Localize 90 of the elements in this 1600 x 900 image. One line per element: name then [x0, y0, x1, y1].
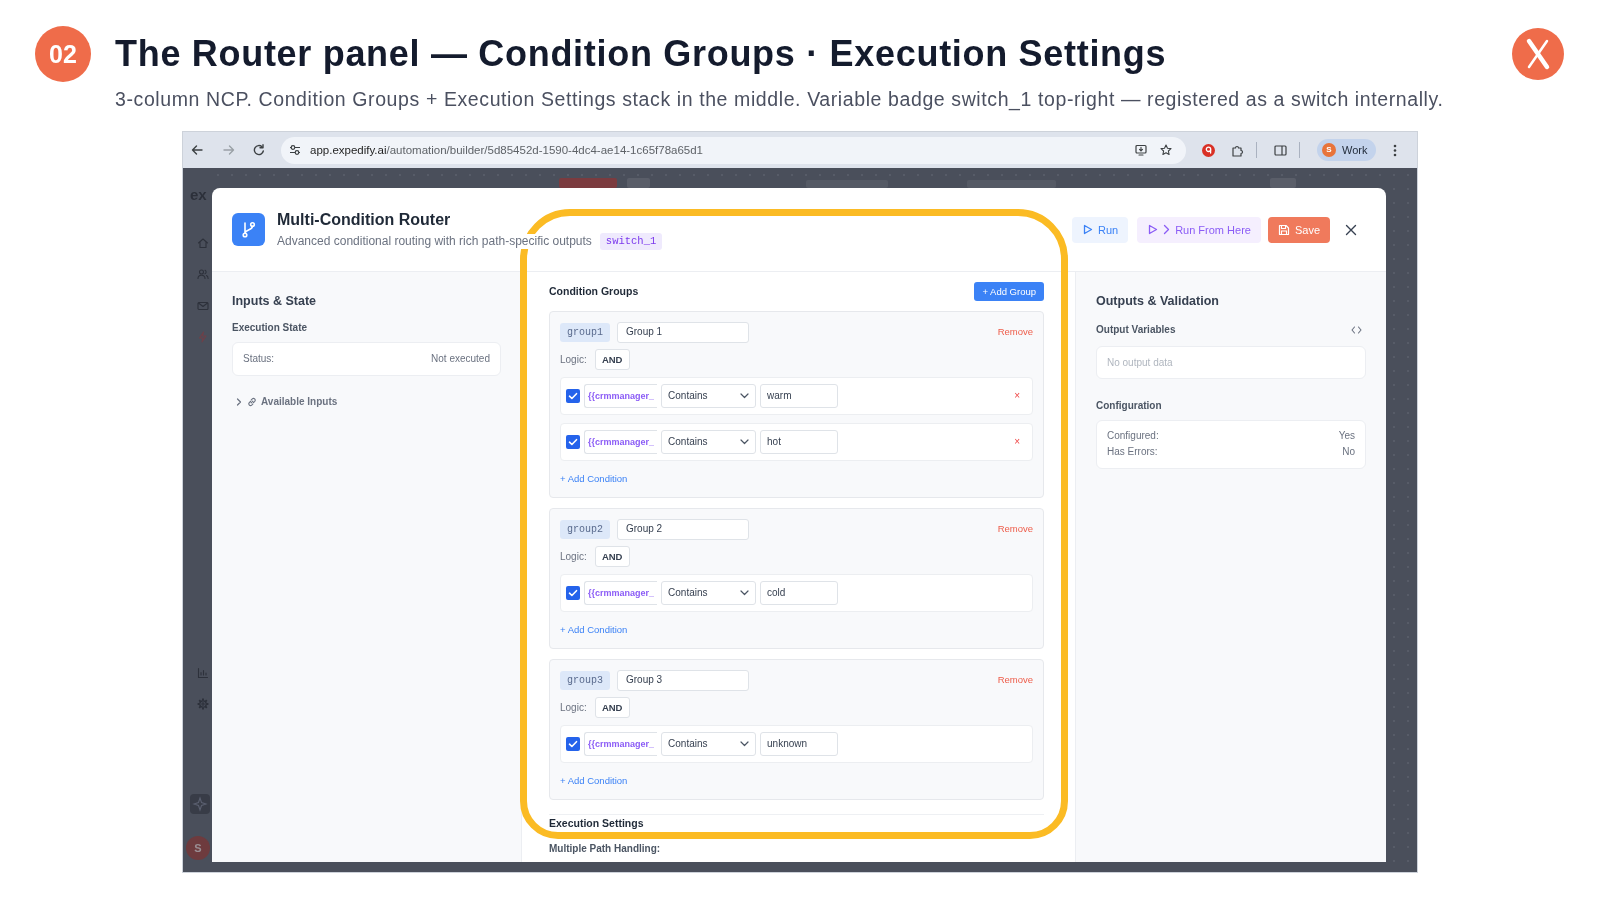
value-field[interactable]: hot	[760, 430, 839, 454]
logic-select[interactable]: AND	[594, 546, 630, 567]
floppy-disk-icon	[1277, 223, 1290, 236]
profile-avatar: S	[1322, 143, 1336, 157]
value-field[interactable]: unknown	[760, 732, 839, 756]
config-label: Has Errors:	[1107, 445, 1158, 459]
checkbox[interactable]	[566, 435, 580, 449]
value-field[interactable]: warm	[760, 384, 839, 408]
value-field[interactable]: cold	[760, 581, 839, 605]
config-value: No	[1342, 445, 1355, 459]
group-id-tag: group1	[560, 322, 610, 342]
operator-select[interactable]: Contains	[661, 430, 757, 454]
section-heading: Execution Settings	[549, 817, 644, 830]
run-button[interactable]: Run	[1071, 216, 1129, 243]
panel-title: Outputs & Validation	[1096, 293, 1220, 309]
close-icon[interactable]	[1345, 223, 1357, 236]
modal-subtitle: Advanced conditional routing with rich path-specific outputs	[277, 234, 592, 249]
code-icon[interactable]	[1351, 326, 1362, 334]
config-label: Configured:	[1107, 429, 1159, 443]
checkbox[interactable]	[566, 586, 580, 600]
checkbox[interactable]	[566, 389, 580, 403]
chevron-down-icon	[740, 439, 750, 445]
logic-label: Logic:	[560, 549, 587, 564]
variable-field[interactable]: {{crmmanager_	[584, 732, 658, 756]
play-icon	[1081, 224, 1093, 235]
operator-select[interactable]: Contains	[661, 581, 757, 605]
add-condition-link[interactable]: + Add Condition	[560, 623, 628, 637]
config-value: Yes	[1338, 429, 1355, 443]
x-logo-icon	[1512, 28, 1564, 80]
chevron-down-icon	[740, 590, 750, 596]
remove-group-link[interactable]: Remove	[997, 673, 1033, 687]
install-monitor-icon[interactable]	[1135, 144, 1147, 156]
operator-select[interactable]: Contains	[661, 384, 757, 408]
section-label: Output Variables	[1096, 323, 1176, 337]
variable-field[interactable]: {{crmmanager_	[584, 384, 658, 408]
variable-field[interactable]: {{crmmanager_	[584, 430, 658, 454]
logic-select[interactable]: AND	[594, 697, 630, 718]
circle-extension-icon[interactable]	[1202, 143, 1215, 157]
remove-group-link[interactable]: Remove	[997, 325, 1033, 339]
slide-title: The Router panel — Condition Groups · Execution Settings	[115, 33, 1168, 75]
more-menu-icon[interactable]	[1393, 143, 1398, 157]
star-icon[interactable]	[1160, 144, 1172, 156]
field-label: Multiple Path Handling:	[549, 842, 661, 856]
chevron-down-icon	[740, 393, 750, 399]
remove-group-link[interactable]: Remove	[997, 522, 1033, 536]
add-condition-link[interactable]: + Add Condition	[560, 774, 628, 788]
group-name-field[interactable]: Group 2	[617, 518, 749, 540]
side-panel-icon[interactable]	[1274, 143, 1287, 157]
remove-condition-button[interactable]: ×	[1014, 435, 1020, 449]
panel-title: Inputs & State	[232, 293, 318, 309]
status-label: Status:	[243, 352, 275, 366]
tune-icon[interactable]	[289, 144, 301, 156]
chevron-down-icon	[740, 741, 750, 747]
remove-condition-button[interactable]: ×	[1014, 389, 1020, 403]
checkbox[interactable]	[566, 737, 580, 751]
run-from-here-button[interactable]: Run From Here	[1137, 216, 1261, 243]
add-condition-link[interactable]: + Add Condition	[560, 472, 628, 486]
available-inputs-toggle[interactable]: Available Inputs	[232, 395, 338, 409]
group-id-tag: group3	[560, 670, 610, 690]
user-avatar[interactable]: S	[186, 836, 210, 860]
status-value: Not executed	[431, 352, 490, 366]
branch-tile-icon	[232, 213, 265, 246]
section-label: Execution State	[232, 321, 309, 335]
variable-field[interactable]: {{crmmanager_	[584, 581, 658, 605]
logic-select[interactable]: AND	[594, 349, 630, 370]
back-arrow-icon[interactable]	[191, 144, 203, 156]
play-icon	[1147, 224, 1159, 235]
sparkle-tile-icon[interactable]	[190, 794, 210, 814]
modal-title: Multi-Condition Router	[277, 210, 452, 230]
reload-icon[interactable]	[253, 144, 265, 156]
empty-state-text: No output data	[1107, 355, 1173, 370]
save-button[interactable]: Save	[1267, 216, 1330, 243]
group-name-field[interactable]: Group 1	[617, 321, 749, 343]
chevron-right-icon	[1163, 224, 1171, 235]
puzzle-icon[interactable]	[1231, 143, 1244, 157]
group-id-tag: group2	[560, 519, 610, 539]
logic-label: Logic:	[560, 700, 587, 715]
variable-tag: switch_1	[599, 233, 663, 250]
slide-subtitle: 3-column NCP. Condition Groups + Execution Settings stack in the middle. Variable badge switch_1 top-right — registered as a switch internally.	[115, 88, 1445, 110]
add-group-button[interactable]: + Add Group	[974, 281, 1044, 301]
operator-select[interactable]: Contains	[661, 732, 757, 756]
section-heading: Condition Groups	[549, 284, 639, 298]
link-icon	[247, 397, 257, 407]
logic-label: Logic:	[560, 352, 587, 367]
profile-button[interactable]: S Work	[1317, 139, 1377, 161]
slide-number-badge: 02	[35, 26, 91, 82]
group-name-field[interactable]: Group 3	[617, 669, 749, 691]
section-label: Configuration	[1096, 399, 1163, 413]
url-text[interactable]: app.expedify.ai/automation/builder/5d85452d-1590-4dc4-ae14-1c65f78a65d1	[310, 143, 1135, 157]
address-bar[interactable]: app.expedify.ai/automation/builder/5d85452d-1590-4dc4-ae14-1c65f78a65d1	[281, 136, 1186, 164]
